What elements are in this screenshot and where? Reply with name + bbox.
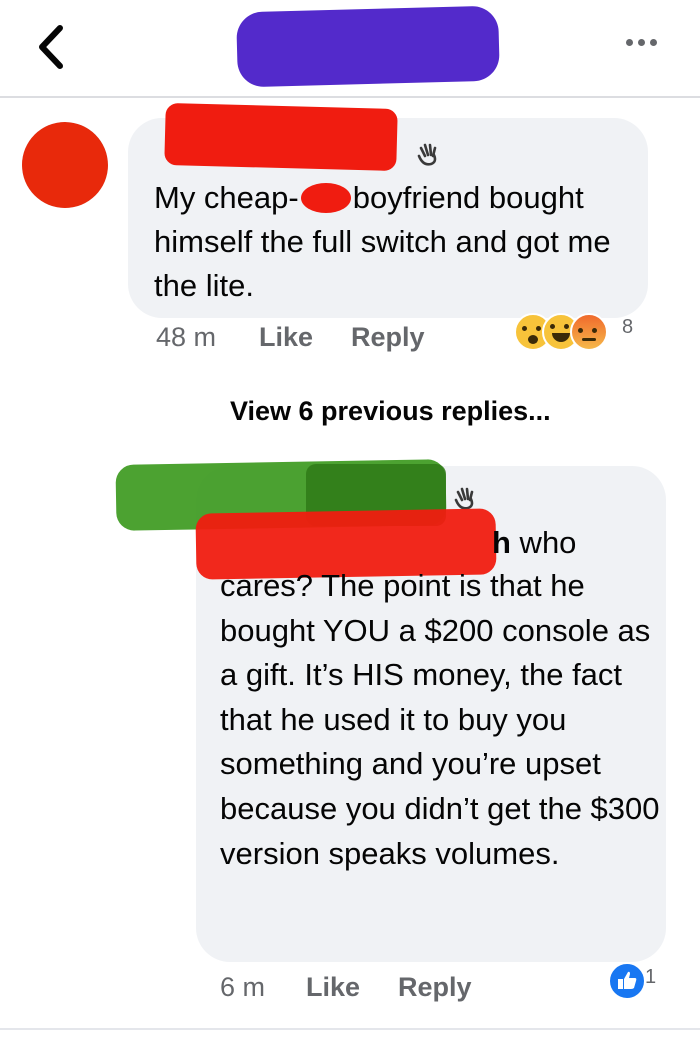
reaction-count: 8 xyxy=(622,316,634,338)
comment-text: My cheap-boyfriend bought himself the fu… xyxy=(154,180,611,303)
dot xyxy=(638,39,645,46)
reply-time: 6 m xyxy=(220,972,266,1002)
wave-hand-icon xyxy=(417,143,437,166)
redacted-author-name xyxy=(164,102,398,172)
reaction-count: 1 xyxy=(645,966,657,988)
reply-text: cares? The point is that he bought YOU a… xyxy=(220,568,660,871)
like-button[interactable]: Like xyxy=(259,322,313,353)
top-bar xyxy=(0,0,700,98)
redacted-avatar xyxy=(22,122,108,208)
like-button[interactable]: Like xyxy=(306,972,360,1003)
reply-button[interactable]: Reply xyxy=(398,972,472,1003)
angry-icon xyxy=(570,313,608,351)
redacted-word xyxy=(300,183,351,213)
redacted-title xyxy=(236,5,500,88)
divider xyxy=(0,1028,700,1030)
back-button[interactable] xyxy=(30,22,74,72)
thumbs-up-icon xyxy=(618,971,637,989)
dot xyxy=(650,39,657,46)
chevron-left-icon xyxy=(39,25,63,69)
reply-first-line: h who xyxy=(492,525,577,560)
dot xyxy=(626,39,633,46)
reply-button[interactable]: Reply xyxy=(351,322,425,353)
avatar[interactable] xyxy=(22,122,108,208)
view-previous-replies-link[interactable]: View 6 previous replies... xyxy=(230,396,551,427)
comment-time: 48 m xyxy=(156,322,217,352)
more-options-button[interactable] xyxy=(626,33,670,57)
like-icon[interactable] xyxy=(608,962,646,1000)
